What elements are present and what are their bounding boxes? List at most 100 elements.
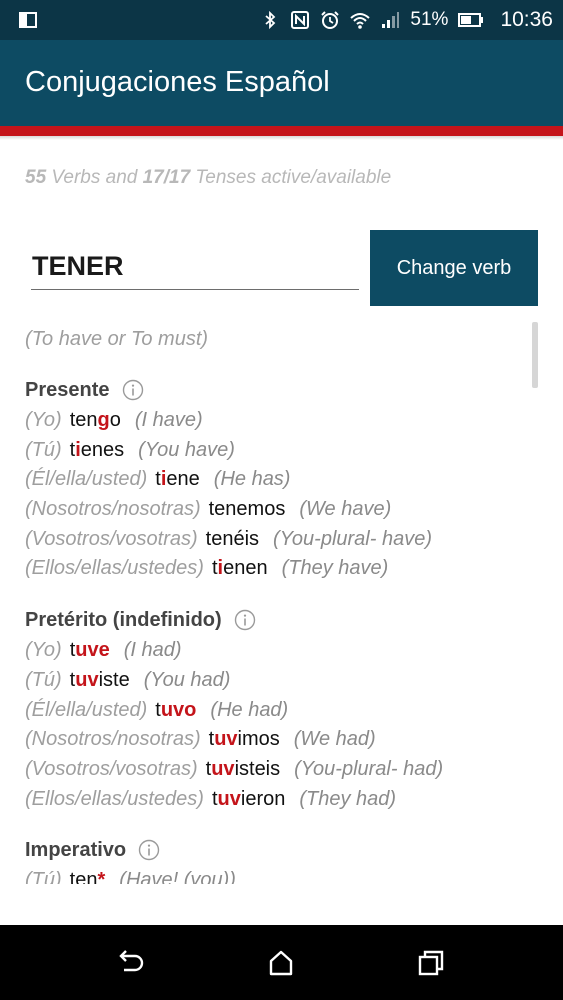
verb-form: tuviste	[70, 669, 130, 691]
conjugation-row: (Tú) tuviste (You had)	[25, 666, 525, 696]
pronoun: (Ellos/ellas/ustedes)	[25, 787, 204, 810]
tense-name: Imperativo	[25, 838, 127, 861]
verb-translation: (To have or To must)	[25, 328, 209, 350]
conjugation-row: (Él/ella/usted) tuvo (He had)	[25, 696, 525, 726]
tense-name: Presente	[25, 378, 110, 401]
nfc-icon	[291, 11, 310, 29]
verb-form-regular: tenemos	[208, 498, 286, 521]
verb-form-irregular: uve	[75, 639, 110, 662]
tense-header: Presente	[25, 374, 525, 406]
conjugation-row: (Ellos/ellas/ustedes) tienen (They have)	[25, 554, 525, 584]
verb-form-regular: tenéis	[205, 527, 260, 550]
conjugation-row: (Yo) tengo (I have)	[25, 406, 525, 436]
row-translation: (I have)	[134, 409, 203, 431]
tense-header: Imperativo	[25, 834, 525, 866]
verb-form-ending: ene	[166, 468, 200, 491]
tenses-count: 17/17	[142, 167, 191, 188]
verbs-count: 55	[25, 167, 47, 188]
clock: 10:36	[500, 8, 553, 31]
verb-form-ending: enes	[80, 438, 125, 461]
status-bar: 51% 10:36	[0, 0, 563, 40]
row-translation: (They have)	[281, 557, 389, 580]
verb-form-ending: o	[109, 409, 121, 431]
verb-form: tuvo	[155, 699, 196, 721]
info-icon[interactable]	[234, 609, 256, 631]
verb-form-irregular: uv	[211, 757, 235, 780]
row-translation: (We had)	[293, 728, 376, 751]
info-icon[interactable]	[138, 839, 160, 861]
row-translation: (You had)	[143, 668, 231, 691]
verb-form-ending: isteis	[234, 757, 281, 780]
conjugation-list[interactable]: (To have or To must) Presente (Yo) tengo (I…	[25, 322, 525, 884]
info-icon[interactable]	[122, 379, 144, 401]
row-translation: (He has)	[213, 468, 291, 491]
verb-form-irregular: uv	[217, 787, 241, 810]
verb-form-regular: ten	[69, 409, 98, 431]
conjugation-row: (Vosotros/vosotras) tenéis (You-plural- ha…	[25, 525, 525, 555]
app-bar-shadow	[0, 136, 563, 140]
verb-form-ending: imos	[237, 728, 280, 751]
change-verb-button[interactable]: Change verb	[370, 230, 538, 306]
verb-form-irregular: uv	[214, 728, 238, 751]
pronoun: (Nosotros/nosotras)	[25, 728, 201, 751]
verb-form: tuvieron	[212, 788, 285, 810]
pronoun: (Tú)	[25, 869, 62, 884]
navigation-bar	[0, 925, 563, 1000]
verb-form: tenemos	[209, 498, 286, 520]
verb-form: ten*	[70, 869, 106, 884]
app-bar: Conjugaciones Español	[0, 40, 563, 126]
tense-header: Pretérito (indefinido)	[25, 604, 525, 636]
verb-form-ending: ieron	[240, 787, 286, 810]
verb-form: tuvisteis	[206, 758, 280, 780]
bluetooth-icon	[265, 10, 276, 30]
conjugation-row: (Tú) ten* (Have! (you))	[25, 866, 525, 884]
tenses-text: Tenses active/available	[190, 167, 392, 188]
alarm-icon	[321, 11, 340, 29]
summary-line: 55 Verbs and 17/17 Tenses active/availab…	[25, 167, 391, 189]
battery-percentage: 51%	[410, 9, 449, 30]
verb-form: tienes	[70, 439, 125, 461]
conjugation-row: (Ellos/ellas/ustedes) tuvieron (They had)	[25, 785, 525, 815]
verb-form: tienen	[212, 557, 268, 579]
pronoun: (Vosotros/vosotras)	[25, 527, 198, 550]
row-translation: (He had)	[210, 698, 289, 721]
row-translation: (We have)	[299, 498, 392, 521]
pronoun: (Él/ella/usted)	[25, 698, 148, 721]
home-button[interactable]	[265, 947, 297, 979]
conjugation-row: (Él/ella/usted) tiene (He has)	[25, 465, 525, 495]
conjugation-row: (Yo) tuve (I had)	[25, 636, 525, 666]
signal-icon	[382, 12, 400, 28]
back-button[interactable]	[115, 947, 147, 979]
conjugation-row: (Vosotros/vosotras) tuvisteis (You-plural-…	[25, 755, 525, 785]
verb-form: tengo	[70, 409, 121, 431]
verb-form-irregular: uvo	[160, 698, 197, 721]
conjugation-row: (Nosotros/nosotras) tenemos (We have)	[25, 495, 525, 525]
verb-form-ending: iste	[98, 668, 130, 691]
verb-form: tuvimos	[209, 728, 280, 750]
verb-input[interactable]	[31, 246, 359, 286]
verb-input-field[interactable]	[31, 246, 359, 290]
row-translation: (You-plural- have)	[273, 527, 432, 550]
wifi-icon	[350, 13, 371, 29]
pronoun: (Nosotros/nosotras)	[25, 498, 201, 521]
row-translation: (I had)	[123, 639, 182, 662]
row-translation: (Have! (you))	[119, 869, 236, 884]
recents-icon	[418, 950, 444, 976]
verb-form-regular: ten	[69, 869, 98, 884]
pronoun: (Vosotros/vosotras)	[25, 757, 198, 780]
row-translation: (You-plural- had)	[294, 757, 444, 780]
verb-form-ending: enen	[223, 557, 268, 580]
verb-form: tiene	[155, 468, 200, 490]
pronoun: (Tú)	[25, 438, 62, 461]
conjugation-row: (Nosotros/nosotras) tuvimos (We had)	[25, 725, 525, 755]
tense-name: Pretérito (indefinido)	[25, 608, 222, 631]
pronoun: (Yo)	[25, 409, 62, 431]
tense-section: Presente (Yo) tengo (I have) (Tú) tienes (You …	[25, 374, 525, 584]
tense-section: Imperativo (Tú) ten* (Have! (you))	[25, 834, 525, 884]
pronoun: (Ellos/ellas/ustedes)	[25, 557, 204, 580]
scrollbar[interactable]	[532, 322, 538, 388]
recents-button[interactable]	[415, 947, 447, 979]
verb-form: tenéis	[206, 528, 259, 550]
pronoun: (Tú)	[25, 668, 62, 691]
verbs-text: Verbs and	[46, 167, 143, 188]
